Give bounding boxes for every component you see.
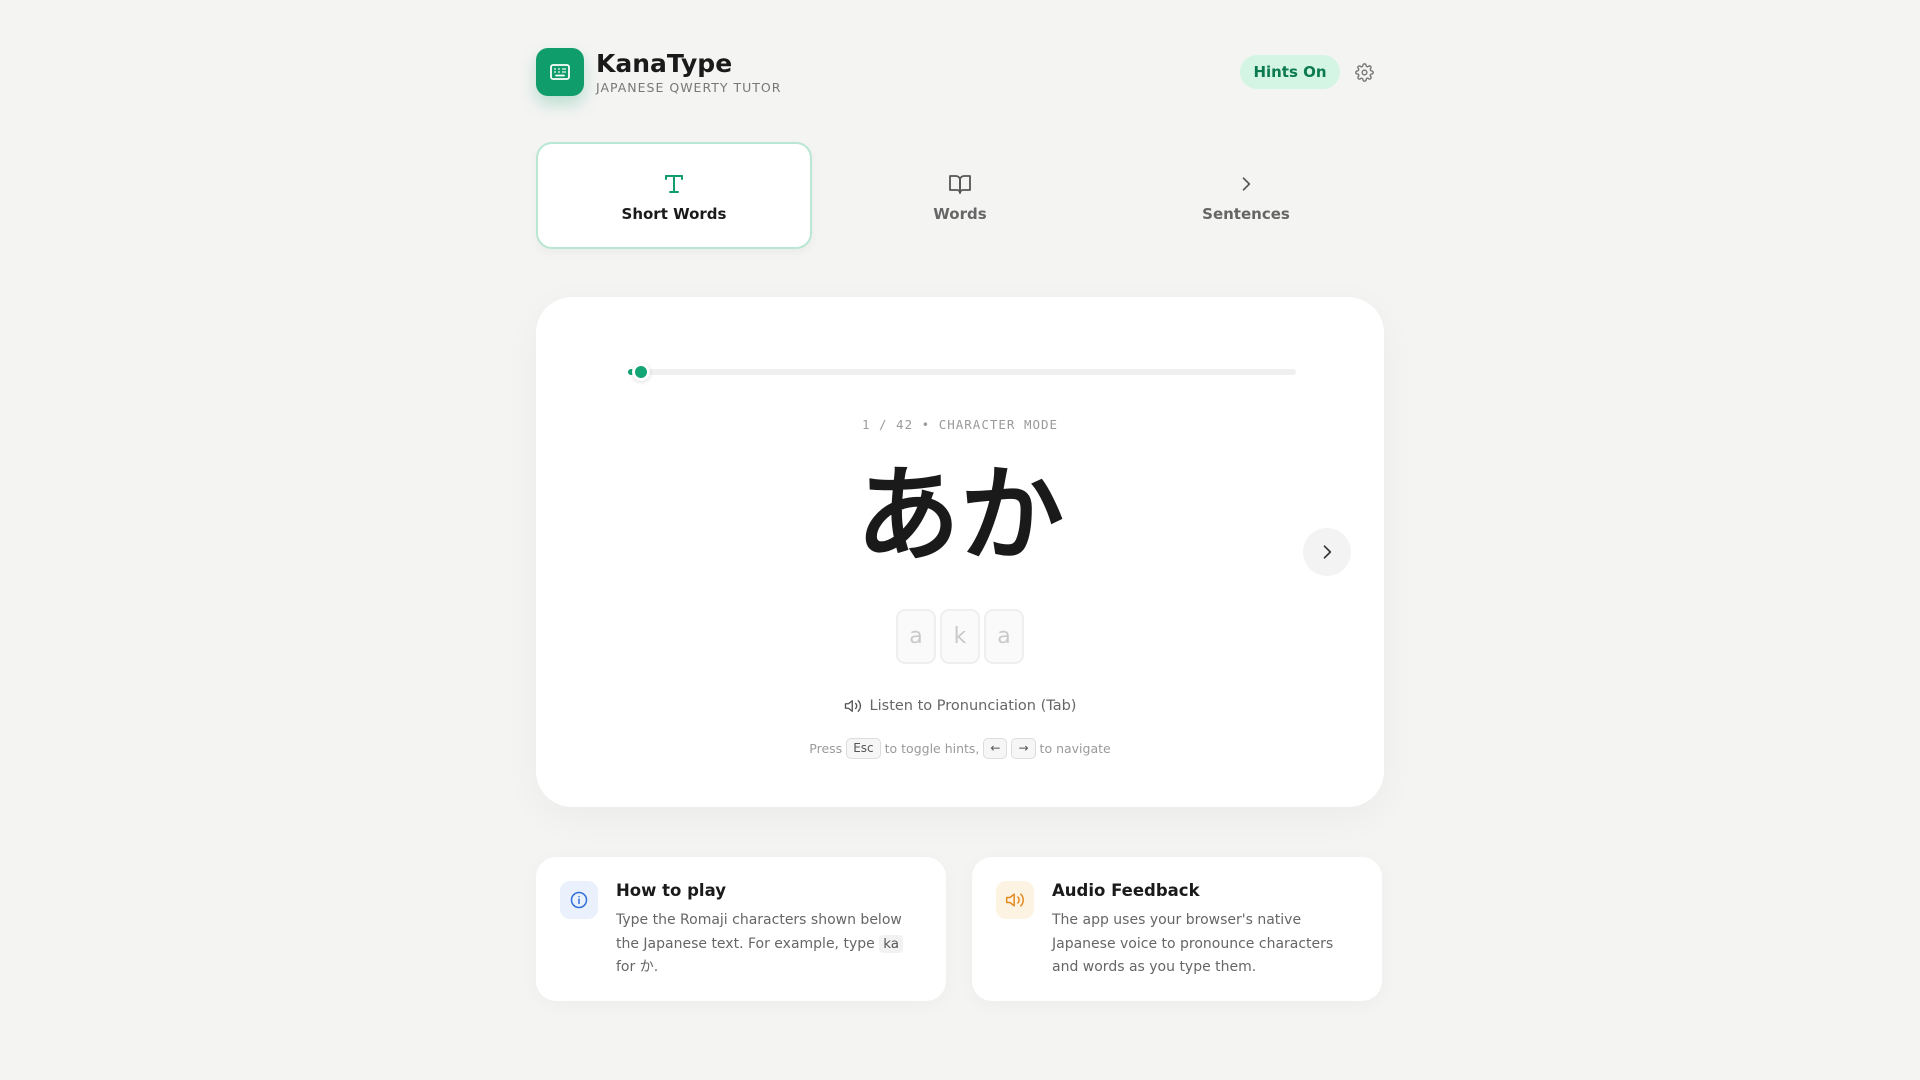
kana-prompt: あか [855, 454, 1064, 576]
keyboard-icon [550, 64, 570, 80]
chevron-right-icon [1323, 545, 1332, 559]
type-icon [663, 169, 685, 199]
item-counter: 1 / 42 [861, 417, 914, 432]
how-to-play-card: How to play Type the Romaji characters s… [536, 857, 946, 1001]
right-arrow-key: → [1011, 738, 1036, 759]
tab-label: Words [933, 204, 987, 223]
hints-toggle-button[interactable]: Hints On [1240, 55, 1340, 89]
info-body: The app uses your browser's native Japan… [1052, 912, 1334, 975]
romaji-char: a [984, 609, 1024, 664]
tab-sentences[interactable]: Sentences [1108, 142, 1384, 249]
shortcut-hint: Press Esc to toggle hints, ← → to naviga… [536, 738, 1384, 759]
progress-bar [628, 369, 1296, 375]
info-title: Audio Feedback [1052, 881, 1200, 900]
info-body: Type the Romaji characters shown below t… [616, 912, 904, 975]
tab-words[interactable]: Words [822, 142, 1098, 249]
progress-handle [632, 363, 651, 381]
listen-label: Listen to Pronunciation (Tab) [869, 698, 1077, 714]
mode-tabs: Short Words Words Sentences [536, 142, 1384, 250]
progress-counter: 1 / 42 • CHARACTER MODE [861, 417, 1059, 432]
chevron-right-icon [1236, 169, 1256, 199]
romaji-char: a [896, 609, 936, 664]
info-icon [560, 881, 598, 919]
romaji-hint: a k a [536, 609, 1384, 664]
gear-icon [1354, 62, 1374, 82]
next-button[interactable] [1303, 528, 1351, 576]
tab-label: Sentences [1202, 204, 1290, 223]
example-code: ka [879, 934, 904, 953]
audio-feedback-card: Audio Feedback The app uses your browser… [972, 857, 1382, 1001]
info-title: How to play [616, 881, 726, 900]
tab-label: Short Words [621, 204, 727, 223]
app-logo [536, 48, 584, 96]
tab-short-words[interactable]: Short Words [536, 142, 812, 249]
speaker-icon [996, 881, 1034, 919]
header: KanaType JAPANESE QWERTY TUTOR Hints On [536, 48, 1384, 96]
mode-label: CHARACTER MODE [938, 417, 1059, 432]
book-icon [948, 169, 972, 199]
listen-button[interactable]: Listen to Pronunciation (Tab) [536, 697, 1384, 715]
settings-button[interactable] [1354, 62, 1374, 82]
left-arrow-key: ← [983, 738, 1008, 759]
esc-key: Esc [846, 738, 881, 759]
app-subtitle: JAPANESE QWERTY TUTOR [596, 80, 782, 95]
speaker-icon [844, 700, 861, 712]
romaji-char: k [940, 609, 980, 664]
app-title: KanaType [596, 49, 733, 78]
practice-card: 1 / 42 • CHARACTER MODE あか a k a Listen … [536, 297, 1384, 807]
